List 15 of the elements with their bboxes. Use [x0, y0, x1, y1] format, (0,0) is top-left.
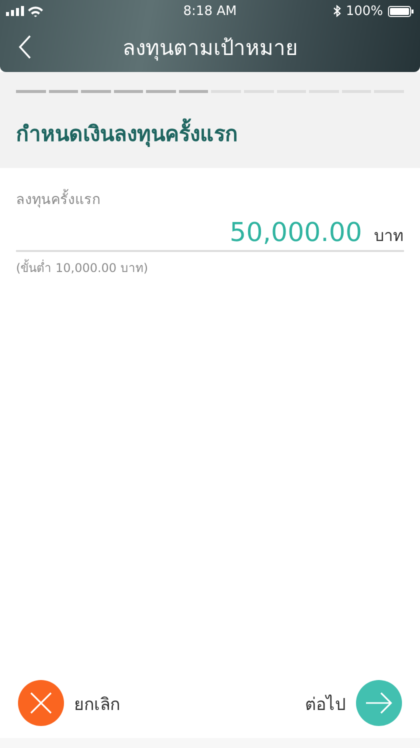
- field-label: ลงทุนครั้งแรก: [16, 188, 404, 210]
- currency-unit: บาท: [374, 225, 404, 247]
- minimum-hint: (ขั้นต่ำ 10,000.00 บาท): [16, 258, 150, 277]
- next-button[interactable]: ต่อไป: [305, 680, 402, 726]
- screen-title: ลงทุนตามเป้าหมาย: [122, 34, 298, 63]
- status-time: 8:18 AM: [183, 4, 237, 18]
- section-title: กำหนดเงินลงทุนครั้งแรก: [16, 117, 404, 150]
- arrow-right-icon: [365, 691, 393, 715]
- close-icon: [30, 692, 52, 714]
- wifi-icon: [28, 6, 43, 16]
- signal-icon: [6, 6, 24, 16]
- battery-icon: [388, 6, 414, 16]
- cancel-button[interactable]: ยกเลิก: [18, 680, 120, 726]
- bluetooth-icon: [332, 5, 341, 17]
- battery-percent: 100%: [346, 4, 383, 18]
